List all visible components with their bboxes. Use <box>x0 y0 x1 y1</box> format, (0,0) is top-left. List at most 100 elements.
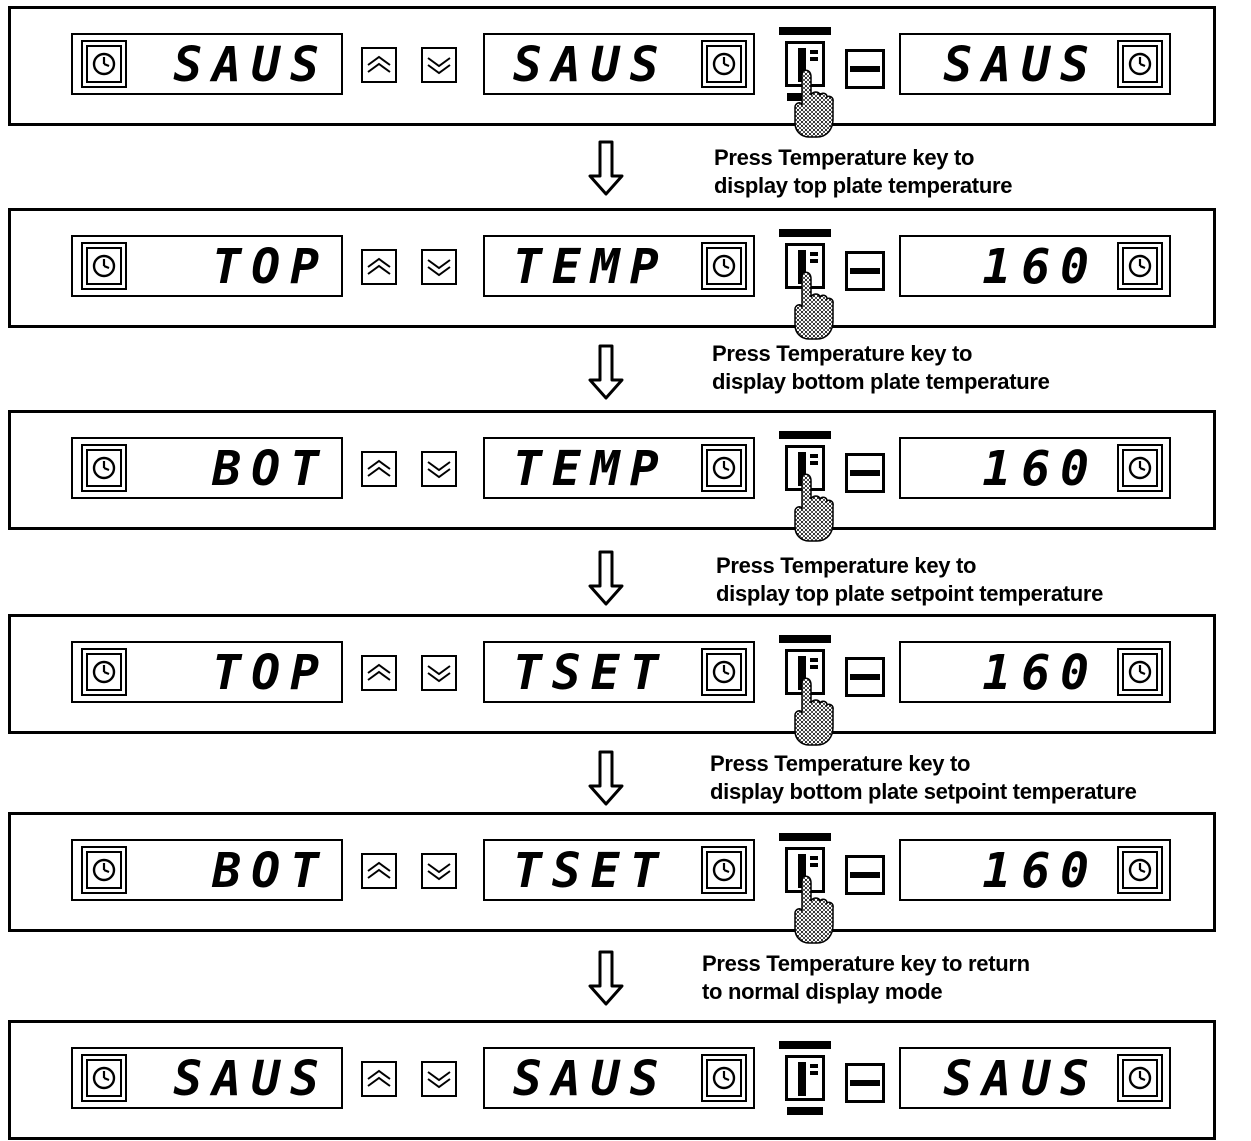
double-chevron-up-icon <box>367 257 391 275</box>
control-panel-4: TOP TSET 160 <box>8 614 1216 746</box>
left-timer-button[interactable] <box>81 444 127 492</box>
left-display-text: BOT <box>212 843 329 899</box>
step-instruction-3: Press Temperature key to display top plat… <box>716 552 1103 608</box>
pointing-hand-icon <box>789 677 835 752</box>
right-display: SAUS <box>899 33 1171 95</box>
step-instruction-line1: Press Temperature key to return <box>702 951 1030 976</box>
down-arrow-button[interactable] <box>421 249 457 285</box>
minus-button[interactable] <box>845 251 885 291</box>
minus-button[interactable] <box>845 657 885 697</box>
pointing-hand-icon <box>789 69 835 144</box>
enter-label <box>779 635 831 643</box>
temperature-key[interactable] <box>779 1041 831 1121</box>
middle-display: TSET <box>483 839 755 901</box>
right-display: 160 <box>899 839 1171 901</box>
clock-icon <box>712 52 736 76</box>
clock-icon <box>712 1066 736 1090</box>
left-timer-button[interactable] <box>81 1054 127 1102</box>
step-instruction-line2: to normal display mode <box>702 979 943 1004</box>
left-display: SAUS <box>71 33 343 95</box>
middle-display: SAUS <box>483 1047 755 1109</box>
minus-button[interactable] <box>845 49 885 89</box>
middle-display: SAUS <box>483 33 755 95</box>
down-arrow-button[interactable] <box>421 853 457 889</box>
down-arrow-button[interactable] <box>421 1061 457 1097</box>
up-arrow-button[interactable] <box>361 1061 397 1097</box>
middle-timer-button[interactable] <box>701 846 747 894</box>
left-display: TOP <box>71 641 343 703</box>
step-instruction-line1: Press Temperature key to <box>710 751 971 776</box>
clock-icon <box>92 52 116 76</box>
up-arrow-button[interactable] <box>361 451 397 487</box>
left-timer-button[interactable] <box>81 40 127 88</box>
up-arrow-button[interactable] <box>361 249 397 285</box>
minus-button[interactable] <box>845 855 885 895</box>
right-display-text: 160 <box>982 645 1099 701</box>
double-chevron-down-icon <box>427 259 451 277</box>
step-instruction-line1: Press Temperature key to <box>712 341 973 366</box>
left-timer-button[interactable] <box>81 846 127 894</box>
pointing-hand-icon <box>789 473 835 548</box>
middle-timer-button[interactable] <box>701 242 747 290</box>
right-timer-button[interactable] <box>1117 444 1163 492</box>
left-display: TOP <box>71 235 343 297</box>
right-timer-button[interactable] <box>1117 846 1163 894</box>
left-display: BOT <box>71 839 343 901</box>
middle-display: TEMP <box>483 235 755 297</box>
down-arrow-button[interactable] <box>421 451 457 487</box>
right-display-text: 160 <box>982 441 1099 497</box>
right-timer-button[interactable] <box>1117 40 1163 88</box>
middle-timer-button[interactable] <box>701 648 747 696</box>
clock-icon <box>92 456 116 480</box>
double-chevron-down-icon <box>427 57 451 75</box>
clock-icon <box>1128 858 1152 882</box>
control-panel-3: BOT TEMP 160 <box>8 410 1216 542</box>
right-display-text: SAUS <box>943 37 1099 93</box>
minus-button[interactable] <box>845 1063 885 1103</box>
flow-arrow-icon <box>586 140 626 196</box>
enter-label <box>779 229 831 237</box>
left-display: BOT <box>71 437 343 499</box>
clock-icon <box>92 1066 116 1090</box>
middle-display-text: TEMP <box>513 239 669 295</box>
middle-display: TEMP <box>483 437 755 499</box>
middle-display-text: SAUS <box>513 37 669 93</box>
double-chevron-down-icon <box>427 1071 451 1089</box>
clock-icon <box>92 660 116 684</box>
step-instruction-line2: display bottom plate setpoint temperatur… <box>710 779 1137 804</box>
flow-arrow-icon <box>586 344 626 400</box>
enter-label <box>779 27 831 35</box>
down-arrow-button[interactable] <box>421 655 457 691</box>
up-arrow-button[interactable] <box>361 853 397 889</box>
left-display-text: TOP <box>212 645 329 701</box>
control-panel-1: SAUS SAUS SAUS <box>8 6 1216 138</box>
up-arrow-button[interactable] <box>361 655 397 691</box>
double-chevron-down-icon <box>427 461 451 479</box>
middle-timer-button[interactable] <box>701 1054 747 1102</box>
right-display-text: 160 <box>982 239 1099 295</box>
step-instruction-5: Press Temperature key to return to normal… <box>702 950 1030 1006</box>
middle-timer-button[interactable] <box>701 40 747 88</box>
left-timer-button[interactable] <box>81 648 127 696</box>
right-timer-button[interactable] <box>1117 242 1163 290</box>
clock-icon <box>1128 52 1152 76</box>
right-timer-button[interactable] <box>1117 1054 1163 1102</box>
down-arrow-button[interactable] <box>421 47 457 83</box>
control-panel-2: TOP TEMP 160 <box>8 208 1216 340</box>
minus-button[interactable] <box>845 453 885 493</box>
flow-arrow-icon <box>586 550 626 606</box>
middle-display-text: SAUS <box>513 1051 669 1107</box>
left-display-text: SAUS <box>173 1051 329 1107</box>
clock-icon <box>1128 456 1152 480</box>
right-display-text: SAUS <box>943 1051 1099 1107</box>
temperature-key-icon <box>785 1055 825 1101</box>
right-timer-button[interactable] <box>1117 648 1163 696</box>
step-instruction-line1: Press Temperature key to <box>716 553 977 578</box>
left-timer-button[interactable] <box>81 242 127 290</box>
flow-arrow-icon <box>586 950 626 1006</box>
enter-label <box>779 1041 831 1049</box>
up-arrow-button[interactable] <box>361 47 397 83</box>
middle-timer-button[interactable] <box>701 444 747 492</box>
middle-display-text: TSET <box>513 843 669 899</box>
double-chevron-up-icon <box>367 55 391 73</box>
